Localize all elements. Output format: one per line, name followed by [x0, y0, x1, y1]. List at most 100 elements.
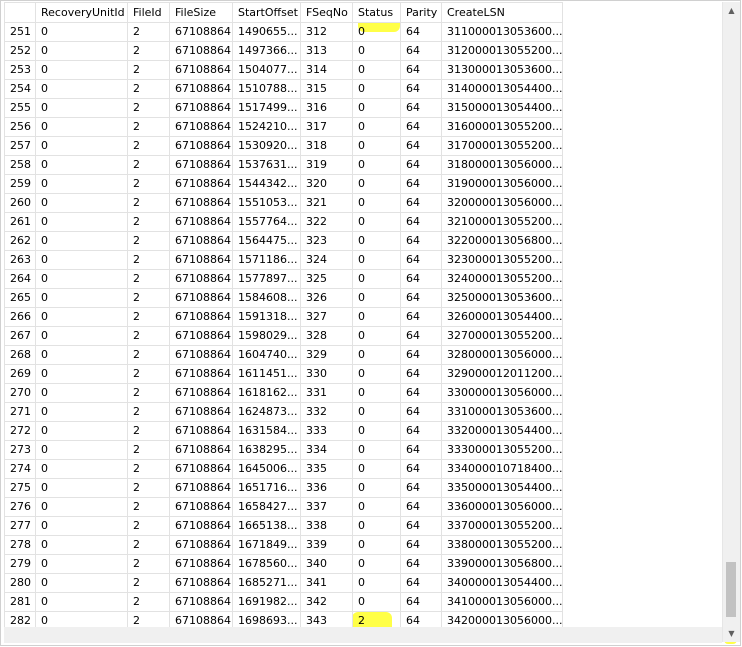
- cell-fileid[interactable]: 2: [127, 269, 170, 289]
- table-row[interactable]: 252 0 2 67108864 1497366... 313 0 64 31200001305…: [4, 41, 564, 61]
- row-number[interactable]: 271: [4, 402, 36, 422]
- cell-recoveryunitid[interactable]: 0: [35, 421, 128, 441]
- cell-startoffset[interactable]: 1517499...: [232, 98, 301, 118]
- row-number[interactable]: 272: [4, 421, 36, 441]
- cell-filesize[interactable]: 67108864: [169, 592, 233, 612]
- cell-recoveryunitid[interactable]: 0: [35, 250, 128, 270]
- table-row[interactable]: 278 0 2 67108864 1671849... 339 0 64 33800001305…: [4, 535, 564, 555]
- cell-parity[interactable]: 64: [400, 60, 442, 80]
- cell-filesize[interactable]: 67108864: [169, 117, 233, 137]
- cell-fileid[interactable]: 2: [127, 421, 170, 441]
- cell-status[interactable]: 0: [352, 592, 401, 612]
- cell-filesize[interactable]: 67108864: [169, 421, 233, 441]
- cell-recoveryunitid[interactable]: 0: [35, 364, 128, 384]
- table-row[interactable]: 276 0 2 67108864 1658427... 337 0 64 33600001305…: [4, 497, 564, 517]
- table-row[interactable]: 258 0 2 67108864 1537631... 319 0 64 31800001305…: [4, 155, 564, 175]
- cell-createlsn[interactable]: 334000010718400...: [441, 459, 564, 479]
- row-number[interactable]: 269: [4, 364, 36, 384]
- cell-fileid[interactable]: 2: [127, 326, 170, 346]
- cell-fileid[interactable]: 2: [127, 345, 170, 365]
- cell-fileid[interactable]: 2: [127, 212, 170, 232]
- row-number[interactable]: 253: [4, 60, 36, 80]
- cell-parity[interactable]: 64: [400, 535, 442, 555]
- cell-createlsn[interactable]: 313000013053600...: [441, 60, 564, 80]
- table-row[interactable]: 279 0 2 67108864 1678560... 340 0 64 33900001305…: [4, 554, 564, 574]
- cell-startoffset[interactable]: 1691982...: [232, 592, 301, 612]
- cell-startoffset[interactable]: 1618162...: [232, 383, 301, 403]
- cell-recoveryunitid[interactable]: 0: [35, 383, 128, 403]
- cell-status[interactable]: 0: [352, 231, 401, 251]
- cell-startoffset[interactable]: 1557764...: [232, 212, 301, 232]
- cell-status[interactable]: 0: [352, 383, 401, 403]
- cell-filesize[interactable]: 67108864: [169, 497, 233, 517]
- cell-startoffset[interactable]: 1524210...: [232, 117, 301, 137]
- cell-parity[interactable]: 64: [400, 307, 442, 327]
- cell-recoveryunitid[interactable]: 0: [35, 307, 128, 327]
- cell-parity[interactable]: 64: [400, 22, 442, 42]
- cell-fseqno[interactable]: 316: [300, 98, 353, 118]
- cell-createlsn[interactable]: 331000013053600...: [441, 402, 564, 422]
- table-row[interactable]: 253 0 2 67108864 1504077... 314 0 64 31300001305…: [4, 60, 564, 80]
- cell-startoffset[interactable]: 1510788...: [232, 79, 301, 99]
- cell-createlsn[interactable]: 328000013056000...: [441, 345, 564, 365]
- cell-filesize[interactable]: 67108864: [169, 383, 233, 403]
- cell-status[interactable]: 0: [352, 22, 401, 42]
- cell-createlsn[interactable]: 337000013055200...: [441, 516, 564, 536]
- cell-fseqno[interactable]: 319: [300, 155, 353, 175]
- cell-filesize[interactable]: 67108864: [169, 269, 233, 289]
- cell-parity[interactable]: 64: [400, 345, 442, 365]
- cell-recoveryunitid[interactable]: 0: [35, 41, 128, 61]
- cell-createlsn[interactable]: 332000013054400...: [441, 421, 564, 441]
- cell-createlsn[interactable]: 340000013054400...: [441, 573, 564, 593]
- cell-status[interactable]: 0: [352, 516, 401, 536]
- row-number[interactable]: 277: [4, 516, 36, 536]
- cell-startoffset[interactable]: 1537631...: [232, 155, 301, 175]
- table-row[interactable]: 256 0 2 67108864 1524210... 317 0 64 31600001305…: [4, 117, 564, 137]
- row-number[interactable]: 258: [4, 155, 36, 175]
- cell-fileid[interactable]: 2: [127, 136, 170, 156]
- cell-filesize[interactable]: 67108864: [169, 98, 233, 118]
- cell-fileid[interactable]: 2: [127, 288, 170, 308]
- cell-filesize[interactable]: 67108864: [169, 459, 233, 479]
- cell-fileid[interactable]: 2: [127, 402, 170, 422]
- cell-recoveryunitid[interactable]: 0: [35, 155, 128, 175]
- table-row[interactable]: 265 0 2 67108864 1584608... 326 0 64 32500001305…: [4, 288, 564, 308]
- cell-filesize[interactable]: 67108864: [169, 326, 233, 346]
- cell-fileid[interactable]: 2: [127, 60, 170, 80]
- table-row[interactable]: 267 0 2 67108864 1598029... 328 0 64 32700001305…: [4, 326, 564, 346]
- cell-status[interactable]: 0: [352, 459, 401, 479]
- cell-fseqno[interactable]: 323: [300, 231, 353, 251]
- cell-fileid[interactable]: 2: [127, 155, 170, 175]
- cell-status[interactable]: 0: [352, 269, 401, 289]
- cell-createlsn[interactable]: 336000013056000...: [441, 497, 564, 517]
- cell-startoffset[interactable]: 1658427...: [232, 497, 301, 517]
- cell-fileid[interactable]: 2: [127, 516, 170, 536]
- cell-filesize[interactable]: 67108864: [169, 364, 233, 384]
- table-row[interactable]: 262 0 2 67108864 1564475... 323 0 64 32200001305…: [4, 231, 564, 251]
- cell-fileid[interactable]: 2: [127, 250, 170, 270]
- vertical-scrollbar[interactable]: ▲ ▼: [722, 2, 740, 642]
- cell-createlsn[interactable]: 314000013054400...: [441, 79, 564, 99]
- cell-parity[interactable]: 64: [400, 136, 442, 156]
- cell-parity[interactable]: 64: [400, 250, 442, 270]
- cell-status[interactable]: 0: [352, 402, 401, 422]
- cell-startoffset[interactable]: 1645006...: [232, 459, 301, 479]
- cell-parity[interactable]: 64: [400, 497, 442, 517]
- cell-fseqno[interactable]: 335: [300, 459, 353, 479]
- cell-fseqno[interactable]: 330: [300, 364, 353, 384]
- cell-filesize[interactable]: 67108864: [169, 231, 233, 251]
- cell-fseqno[interactable]: 327: [300, 307, 353, 327]
- cell-startoffset[interactable]: 1638295...: [232, 440, 301, 460]
- cell-parity[interactable]: 64: [400, 269, 442, 289]
- cell-fileid[interactable]: 2: [127, 573, 170, 593]
- cell-fileid[interactable]: 2: [127, 478, 170, 498]
- cell-parity[interactable]: 64: [400, 79, 442, 99]
- cell-fileid[interactable]: 2: [127, 554, 170, 574]
- row-number[interactable]: 281: [4, 592, 36, 612]
- cell-fileid[interactable]: 2: [127, 307, 170, 327]
- cell-startoffset[interactable]: 1685271...: [232, 573, 301, 593]
- cell-filesize[interactable]: 67108864: [169, 554, 233, 574]
- cell-fseqno[interactable]: 312: [300, 22, 353, 42]
- cell-fseqno[interactable]: 313: [300, 41, 353, 61]
- cell-startoffset[interactable]: 1564475...: [232, 231, 301, 251]
